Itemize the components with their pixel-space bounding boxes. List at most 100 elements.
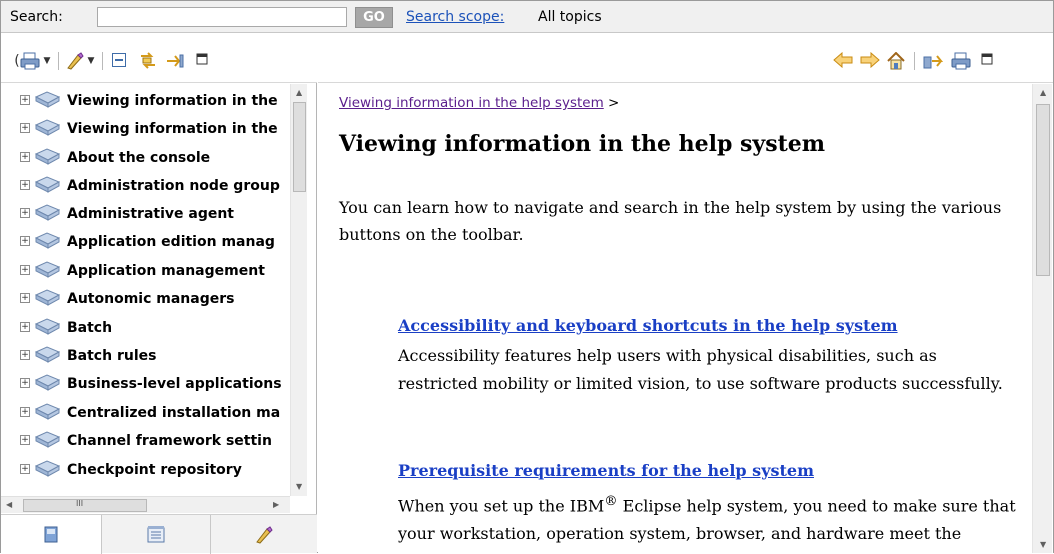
forward-icon[interactable]: [860, 51, 880, 70]
print-dropdown-icon[interactable]: ▼: [42, 52, 52, 70]
search-scope-value: All topics: [538, 9, 602, 25]
tree-item[interactable]: + Channel framework settin: [1, 427, 290, 455]
book-icon: [34, 346, 61, 363]
index-tab-icon: [147, 524, 165, 543]
content-pane: Viewing information in the help system >…: [318, 34, 1053, 553]
scroll-grip: III: [76, 499, 84, 508]
book-icon: [34, 261, 61, 278]
breadcrumb-link[interactable]: Viewing information in the help system: [339, 95, 604, 111]
tree-item[interactable]: + Batch rules: [1, 342, 290, 370]
link-with-contents-icon[interactable]: [137, 52, 159, 70]
show-in-toc-icon[interactable]: [164, 52, 186, 70]
expand-icon[interactable]: +: [20, 208, 30, 218]
scroll-up-icon[interactable]: ▲: [1040, 88, 1046, 97]
expand-icon[interactable]: +: [20, 95, 30, 105]
expand-icon[interactable]: +: [20, 435, 30, 445]
tree-item[interactable]: + Batch: [1, 314, 290, 342]
tree-item-label: Administrative agent: [67, 206, 234, 222]
expand-icon[interactable]: +: [20, 322, 30, 332]
book-icon: [34, 374, 61, 391]
tree-item-label: Centralized installation ma: [67, 405, 281, 421]
toolbar-separator: [102, 52, 103, 70]
maximize-icon[interactable]: [979, 52, 995, 70]
search-label: Search:: [10, 9, 63, 25]
highlight-search-icon[interactable]: [65, 52, 85, 70]
tree-item[interactable]: + Viewing information in the: [1, 115, 290, 143]
sync-toc-icon[interactable]: [922, 52, 944, 70]
tree-item[interactable]: + Application edition manag: [1, 228, 290, 256]
topic-link-prerequisites[interactable]: Prerequisite requirements for the help s…: [398, 461, 814, 480]
expand-icon[interactable]: +: [20, 180, 30, 190]
book-icon: [34, 232, 61, 249]
tree-item-label: About the console: [67, 150, 211, 166]
search-bar: Search: GO Search scope: All topics: [1, 1, 1053, 33]
content-vertical-scrollbar[interactable]: ▲ ▼: [1032, 84, 1052, 553]
expand-icon[interactable]: +: [20, 378, 30, 388]
back-icon[interactable]: [833, 51, 853, 70]
scroll-thumb[interactable]: [1036, 104, 1050, 276]
scroll-down-icon[interactable]: ▼: [1040, 540, 1046, 549]
tree-item-label: Application management: [67, 263, 265, 279]
expand-icon[interactable]: +: [20, 293, 30, 303]
expand-icon[interactable]: +: [20, 407, 30, 417]
breadcrumb: Viewing information in the help system >: [339, 95, 619, 111]
help-window: Search: GO Search scope: All topics ( ▼ …: [0, 0, 1054, 554]
tree-item[interactable]: + Business-level applications: [1, 370, 290, 398]
expand-icon[interactable]: +: [20, 123, 30, 133]
book-icon: [34, 403, 61, 420]
scroll-left-icon[interactable]: ◀: [6, 500, 12, 509]
tree-item-label: Checkpoint repository: [67, 462, 242, 478]
contents-tree: + Viewing information in the + Viewing i…: [1, 84, 290, 496]
tab-bookmarks[interactable]: [211, 515, 317, 554]
tree-item[interactable]: + Application management: [1, 257, 290, 285]
book-icon: [34, 91, 61, 108]
tree-item-label: Viewing information in the: [67, 121, 278, 137]
scroll-down-icon[interactable]: ▼: [296, 482, 302, 491]
tree-horizontal-scrollbar[interactable]: ◀ III ▶: [1, 496, 290, 513]
scroll-up-icon[interactable]: ▲: [296, 88, 302, 97]
expand-icon[interactable]: +: [20, 265, 30, 275]
search-scope-link[interactable]: Search scope:: [406, 9, 504, 25]
tree-item[interactable]: + Administration node group: [1, 172, 290, 200]
description-text: When you set up the IBM: [398, 496, 605, 516]
expand-icon[interactable]: +: [20, 236, 30, 246]
tree-item-label: Batch rules: [67, 348, 157, 364]
book-icon: [34, 148, 61, 165]
scroll-thumb[interactable]: III: [23, 499, 147, 512]
tree-item-label: Viewing information in the: [67, 93, 278, 109]
tab-index[interactable]: [102, 515, 211, 554]
search-input[interactable]: [97, 7, 347, 27]
home-icon[interactable]: [886, 51, 906, 70]
tree-vertical-scrollbar[interactable]: ▲ ▼: [290, 84, 307, 496]
expand-icon[interactable]: +: [20, 350, 30, 360]
go-button[interactable]: GO: [355, 7, 393, 28]
toolbar-separator: [58, 52, 59, 70]
tab-contents[interactable]: [1, 515, 102, 554]
tree-item[interactable]: + Administrative agent: [1, 200, 290, 228]
expand-icon[interactable]: +: [20, 152, 30, 162]
print-icon[interactable]: [19, 52, 41, 70]
expand-icon[interactable]: +: [20, 464, 30, 474]
scroll-right-icon[interactable]: ▶: [273, 500, 279, 509]
tree-item[interactable]: + Viewing information in the: [1, 87, 290, 115]
highlight-dropdown-icon[interactable]: ▼: [86, 52, 96, 70]
tree-item[interactable]: + Checkpoint repository: [1, 456, 290, 484]
maximize-icon[interactable]: [194, 52, 210, 70]
print-topic-icon[interactable]: [950, 52, 972, 70]
topic-content: Viewing information in the help system >…: [318, 84, 1032, 553]
content-toolbar: [318, 34, 1053, 83]
topic-link-accessibility[interactable]: Accessibility and keyboard shortcuts in …: [398, 316, 898, 335]
view-tabs: [1, 514, 317, 554]
tree-item[interactable]: + About the console: [1, 144, 290, 172]
scroll-thumb[interactable]: [293, 102, 306, 192]
registered-mark: ®: [604, 494, 618, 509]
book-icon: [34, 460, 61, 477]
tree-item-label: Batch: [67, 320, 113, 336]
page-title: Viewing information in the help system: [339, 131, 826, 157]
book-icon: [34, 119, 61, 136]
tree-item-label: Autonomic managers: [67, 291, 235, 307]
navigation-toolbar: ( ▼ ▼: [1, 34, 317, 83]
collapse-all-icon[interactable]: [110, 52, 128, 70]
tree-item[interactable]: + Centralized installation ma: [1, 399, 290, 427]
tree-item[interactable]: + Autonomic managers: [1, 285, 290, 313]
